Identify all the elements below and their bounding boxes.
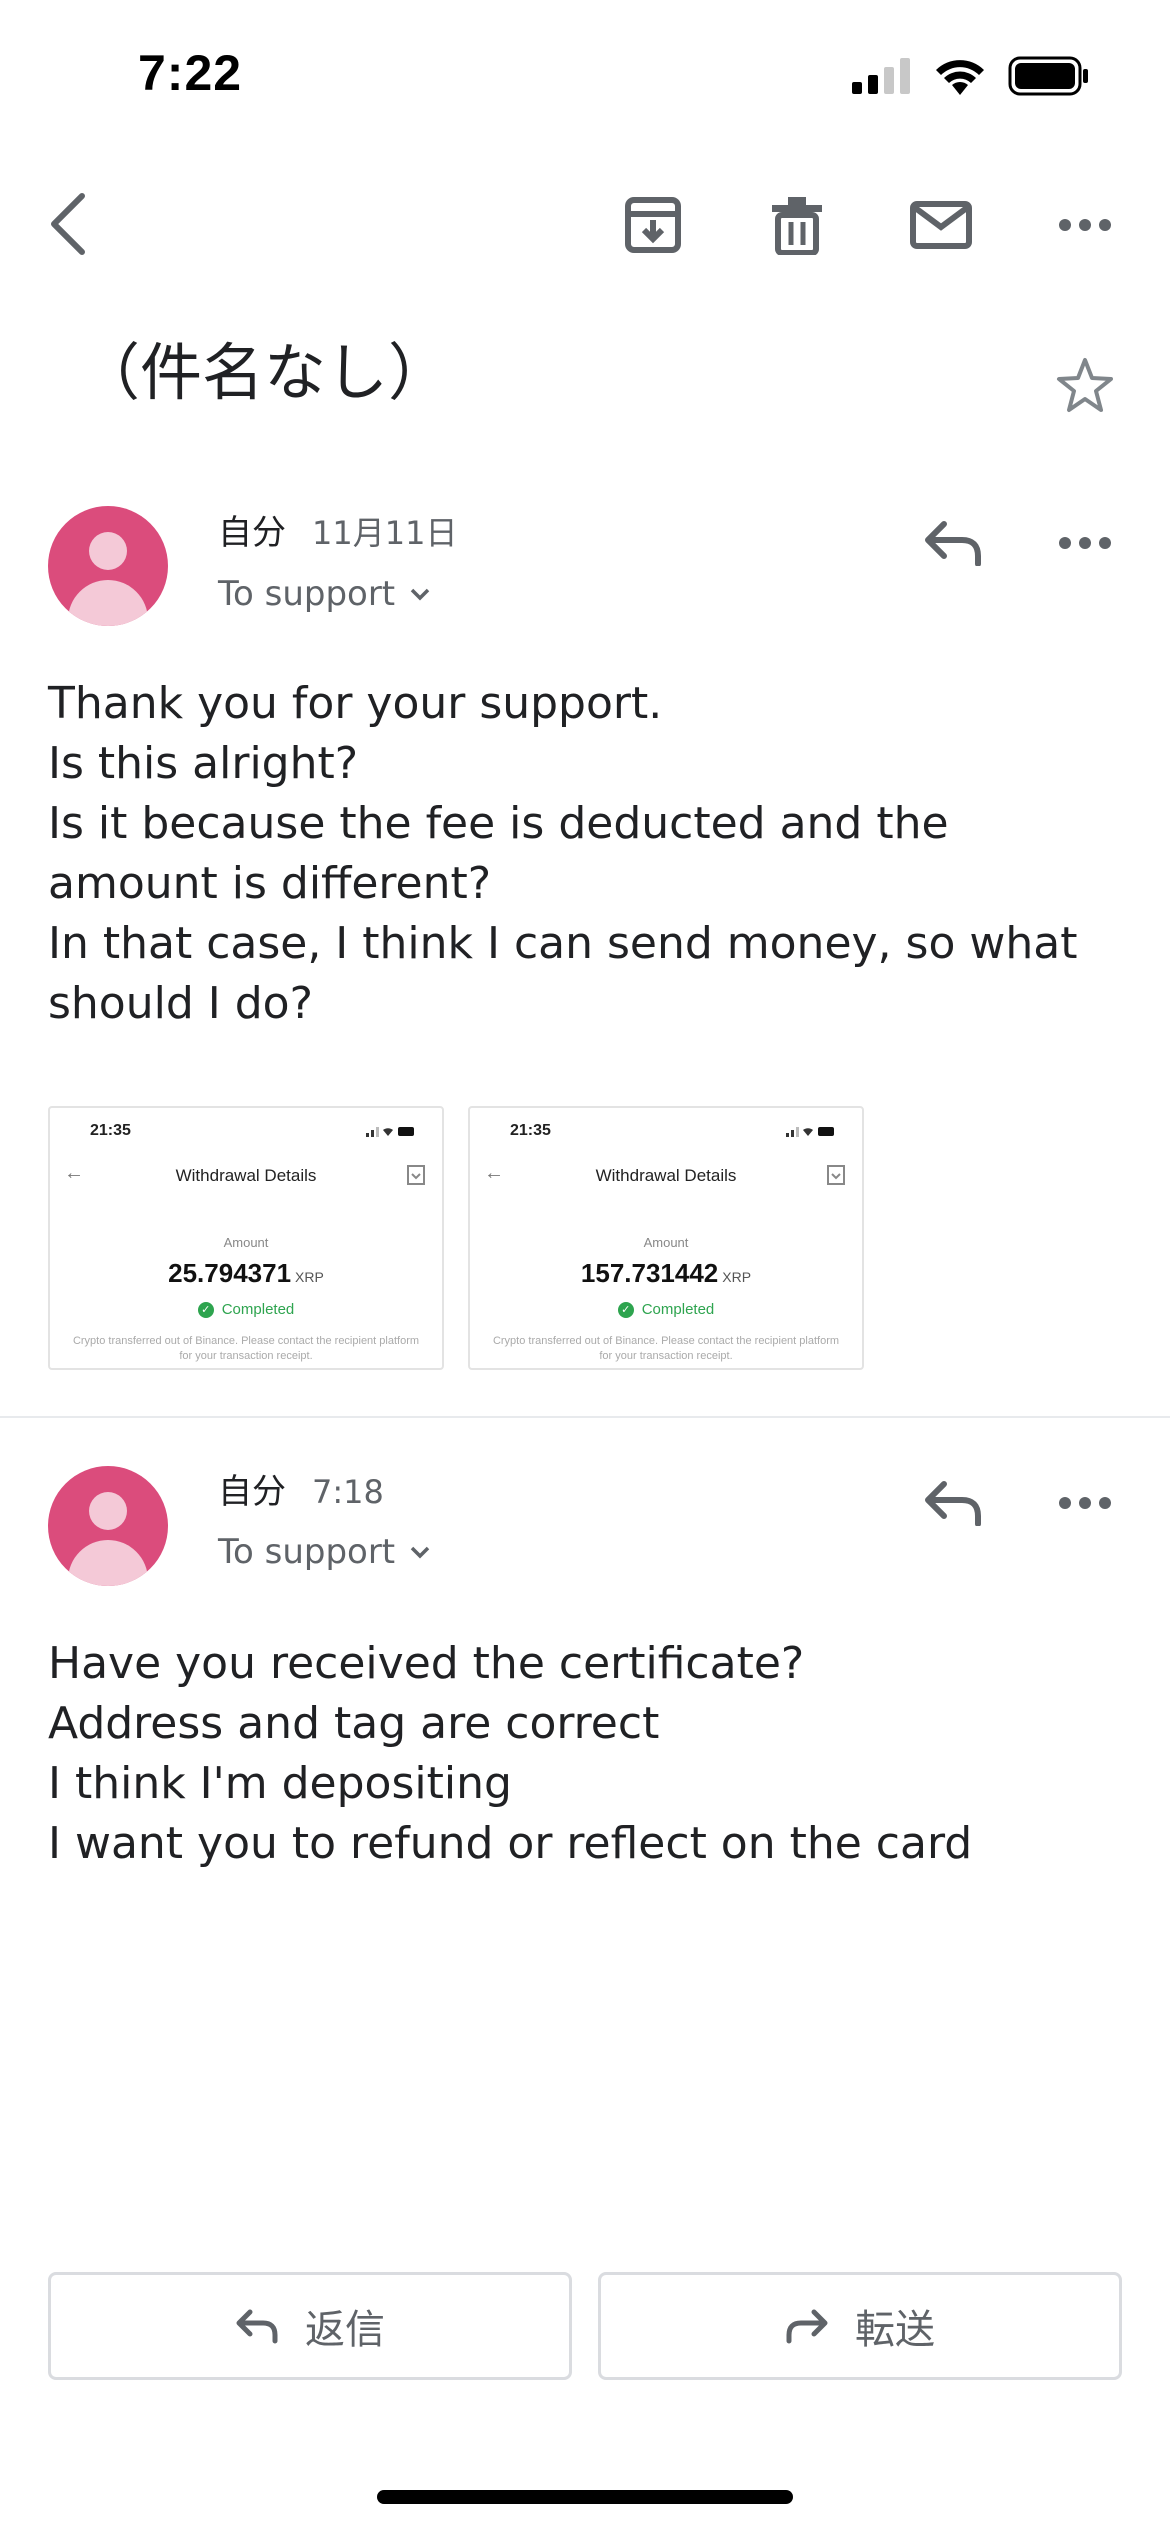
- body-line: Have you received the certificate?: [48, 1638, 805, 1689]
- sender-name: 自分: [218, 513, 286, 553]
- amount-value: 25.794371: [168, 1258, 292, 1288]
- status-icons: [852, 56, 1090, 100]
- reply-label: 返信: [305, 2307, 385, 2353]
- archive-icon: [625, 197, 681, 253]
- body-line: amount is different?: [48, 858, 492, 909]
- check-icon: ✓: [617, 1302, 634, 1319]
- more-icon: [1059, 1497, 1111, 1509]
- reply-icon: [925, 1481, 981, 1526]
- reply-icon: [236, 2309, 278, 2344]
- status-text: Completed: [641, 1301, 715, 1318]
- forward-icon: [786, 2309, 828, 2344]
- star-icon: [1057, 358, 1113, 412]
- body-line: I want you to refund or reflect on the c…: [48, 1818, 973, 1869]
- message-more-button[interactable]: [1050, 518, 1120, 568]
- trash-icon: [772, 197, 822, 255]
- more-icon: [1059, 219, 1111, 231]
- message-header: 自分 7:18: [218, 1464, 384, 1513]
- reply-action-button[interactable]: 返信: [48, 2272, 572, 2380]
- thumb-time: 21:35: [510, 1122, 551, 1139]
- back-icon: [51, 193, 85, 255]
- amount-unit: XRP: [295, 1269, 324, 1285]
- thumb-note: Crypto transferred out of Binance. Pleas…: [492, 1335, 840, 1362]
- cellular-signal-icon: [852, 58, 912, 98]
- status-text: Completed: [221, 1301, 295, 1318]
- amount-value: 157.731442: [580, 1258, 719, 1288]
- recipient-toggle[interactable]: To support: [218, 1532, 431, 1572]
- archive-button[interactable]: [618, 190, 688, 260]
- star-button[interactable]: [1050, 350, 1120, 420]
- thumb-status: ✓ Completed: [50, 1301, 442, 1319]
- mail-icon: [910, 201, 972, 249]
- message-more-button[interactable]: [1050, 1478, 1120, 1528]
- thumb-amount: 25.794371 XRP: [50, 1258, 442, 1289]
- email-subject: （件名なし）: [78, 336, 451, 409]
- body-line: should I do?: [48, 978, 313, 1029]
- thumb-amount: 157.731442 XRP: [470, 1258, 862, 1289]
- avatar[interactable]: [48, 506, 168, 626]
- amount-unit: XRP: [722, 1269, 752, 1285]
- thumb-title: Withdrawal Details: [175, 1166, 317, 1185]
- recipient-toggle[interactable]: To support: [218, 574, 431, 614]
- thumb-amount-label: Amount: [223, 1235, 269, 1250]
- recipient-label: To support: [218, 574, 396, 614]
- message-body: Thank you for your support. Is this alri…: [48, 674, 1077, 1034]
- more-icon: [1059, 537, 1111, 549]
- message-date: 11月11日: [312, 514, 458, 552]
- attachment-thumbnail[interactable]: 21:35 ← Withdrawal Details Amount 25.794…: [48, 1106, 444, 1370]
- thumb-status: ✓ Completed: [470, 1301, 862, 1319]
- thumb-time: 21:35: [90, 1122, 131, 1139]
- body-line: I think I'm depositing: [48, 1758, 512, 1809]
- wifi-icon: [934, 57, 986, 99]
- home-indicator[interactable]: [377, 2490, 793, 2504]
- body-line: Address and tag are correct: [48, 1698, 660, 1749]
- thumb-title: Withdrawal Details: [595, 1166, 737, 1185]
- sender-name: 自分: [218, 1472, 286, 1512]
- body-line: Thank you for your support.: [48, 678, 663, 729]
- thumb-status-icons: [786, 1127, 834, 1137]
- reply-button[interactable]: [918, 508, 988, 578]
- attachment-thumbnail[interactable]: 21:35 ← Withdrawal Details Amount 157.73…: [468, 1106, 864, 1370]
- reply-icon: [925, 521, 981, 566]
- more-options-button[interactable]: [1050, 200, 1120, 250]
- message-header: 自分 11月11日: [218, 505, 457, 554]
- chevron-down-icon: [410, 588, 430, 601]
- message-body: Have you received the certificate? Addre…: [48, 1634, 972, 1874]
- chevron-down-icon: [410, 1546, 430, 1559]
- avatar[interactable]: [48, 1466, 168, 1586]
- check-icon: ✓: [197, 1302, 214, 1319]
- recipient-label: To support: [218, 1532, 396, 1572]
- thumb-amount-label: Amount: [643, 1235, 689, 1250]
- battery-icon: [1008, 56, 1090, 100]
- thumb-status-icons: [366, 1127, 414, 1137]
- thumb-note: Crypto transferred out of Binance. Pleas…: [72, 1335, 420, 1362]
- forward-label: 転送: [855, 2307, 935, 2353]
- reply-button[interactable]: [918, 1468, 988, 1538]
- mark-unread-button[interactable]: [906, 190, 976, 260]
- back-button[interactable]: [38, 186, 98, 262]
- body-line: Is it because the fee is deducted and th…: [48, 798, 949, 849]
- body-line: In that case, I think I can send money, …: [48, 918, 1078, 969]
- message-date: 7:18: [312, 1473, 384, 1511]
- body-line: Is this alright?: [48, 738, 359, 789]
- status-time: 7:22: [138, 45, 243, 101]
- delete-button[interactable]: [762, 190, 832, 260]
- forward-action-button[interactable]: 転送: [598, 2272, 1122, 2380]
- message-divider: [0, 1416, 1170, 1418]
